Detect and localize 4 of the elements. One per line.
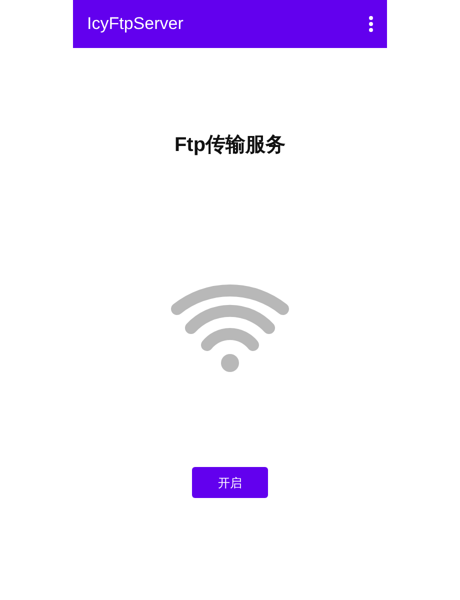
app-title: IcyFtpServer <box>87 13 184 36</box>
more-icon <box>369 16 373 32</box>
heading: Ftp传输服务 <box>173 133 287 157</box>
start-button[interactable]: 开启 <box>192 467 268 498</box>
